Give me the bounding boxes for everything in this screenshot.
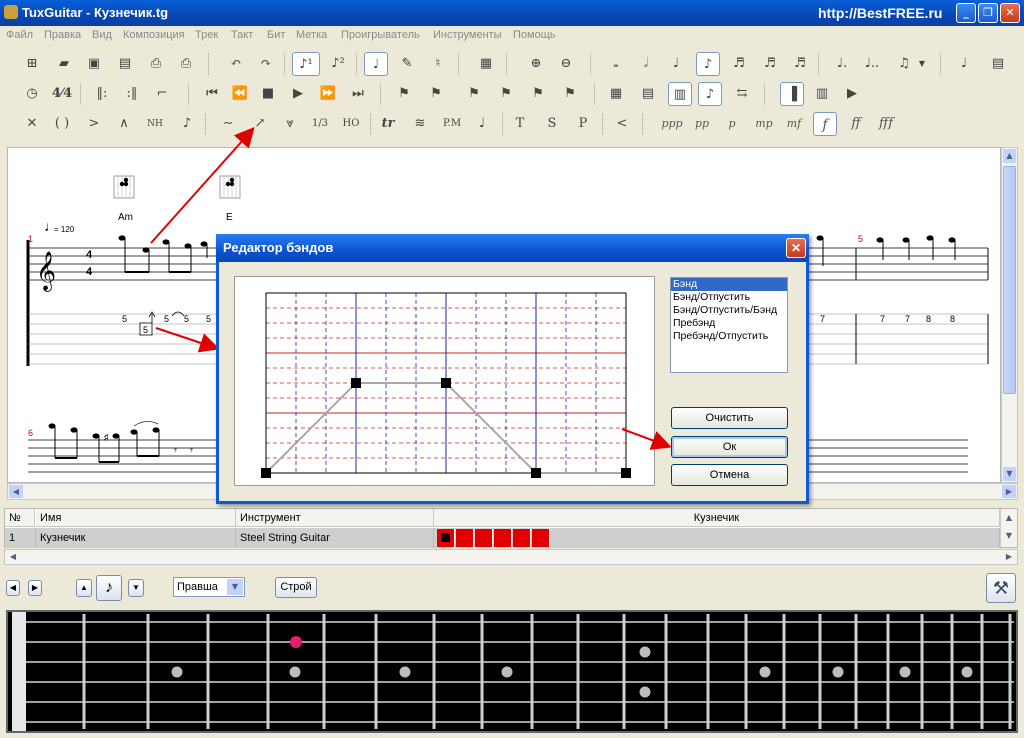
ok-button[interactable]: Ок (671, 436, 788, 458)
preset-bend-release-bend[interactable]: Бэнд/Отпустить/Бэнд (671, 304, 787, 317)
bend-point-handle[interactable] (621, 468, 631, 478)
bend-point-handle[interactable] (531, 468, 541, 478)
bend-point-handle[interactable] (261, 468, 271, 478)
preset-prebend-release[interactable]: Пребэнд/Отпустить (671, 330, 787, 343)
dialog-close-icon[interactable]: ✕ (786, 238, 806, 258)
arrow-to-bend-tool (150, 127, 255, 244)
bend-editor-dialog: Редактор бэндов ✕ Бэнд Бэнд/Отпустить Бэ… (216, 234, 809, 504)
bend-preset-list[interactable]: Бэнд Бэнд/Отпустить Бэнд/Отпустить/Бэнд … (670, 277, 788, 373)
bend-graph-panel (234, 276, 655, 486)
clear-button[interactable]: Очистить (671, 407, 788, 429)
bend-point-handle[interactable] (441, 378, 451, 388)
preset-prebend[interactable]: Пребэнд (671, 317, 787, 330)
bend-graph[interactable] (235, 277, 654, 485)
preset-bend[interactable]: Бэнд (671, 278, 787, 291)
bend-point-handle[interactable] (351, 378, 361, 388)
dialog-title-bar: Редактор бэндов ✕ (216, 234, 809, 262)
preset-bend-release[interactable]: Бэнд/Отпустить (671, 291, 787, 304)
cancel-button[interactable]: Отмена (671, 464, 788, 486)
arrow-to-dialog (155, 327, 220, 353)
dialog-title: Редактор бэндов (223, 240, 334, 255)
